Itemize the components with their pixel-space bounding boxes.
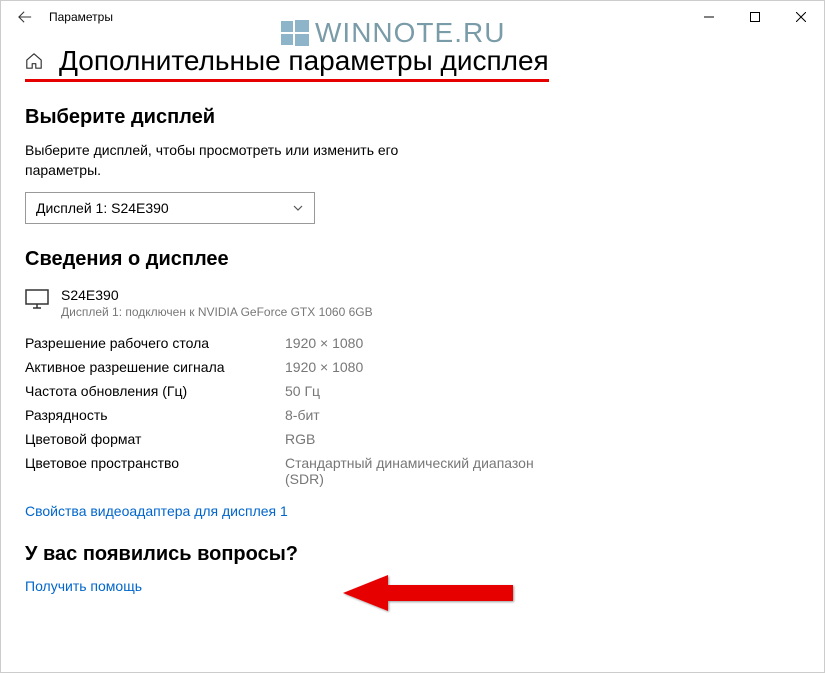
info-value: Стандартный динамический диапазон (SDR) xyxy=(285,455,565,487)
table-row: Цветовое пространство Стандартный динами… xyxy=(25,451,800,491)
adapter-properties-link[interactable]: Свойства видеоадаптера для дисплея 1 xyxy=(25,503,288,519)
arrow-left-icon xyxy=(18,10,32,24)
info-label: Цветовой формат xyxy=(25,431,285,447)
chevron-down-icon xyxy=(292,202,304,214)
info-label: Активное разрешение сигнала xyxy=(25,359,285,375)
info-value: 1920 × 1080 xyxy=(285,359,363,375)
maximize-button[interactable] xyxy=(732,1,778,33)
table-row: Цветовой формат RGB xyxy=(25,427,800,451)
info-label: Частота обновления (Гц) xyxy=(25,383,285,399)
window-title: Параметры xyxy=(49,10,113,24)
table-row: Частота обновления (Гц) 50 Гц xyxy=(25,379,800,403)
close-icon xyxy=(796,12,806,22)
home-icon[interactable] xyxy=(25,52,43,70)
table-row: Разрядность 8-бит xyxy=(25,403,800,427)
minimize-icon xyxy=(704,12,714,22)
close-button[interactable] xyxy=(778,1,824,33)
display-info-heading: Сведения о дисплее xyxy=(25,248,800,271)
display-select-dropdown[interactable]: Дисплей 1: S24E390 xyxy=(25,192,315,224)
info-value: RGB xyxy=(285,431,315,447)
table-row: Активное разрешение сигнала 1920 × 1080 xyxy=(25,355,800,379)
questions-heading: У вас появились вопросы? xyxy=(25,543,800,566)
info-value: 1920 × 1080 xyxy=(285,335,363,351)
minimize-button[interactable] xyxy=(686,1,732,33)
dropdown-value: Дисплей 1: S24E390 xyxy=(36,200,169,216)
info-label: Цветовое пространство xyxy=(25,455,285,487)
display-info-table: Разрешение рабочего стола 1920 × 1080 Ак… xyxy=(25,331,800,491)
info-value: 8-бит xyxy=(285,407,320,423)
info-value: 50 Гц xyxy=(285,383,320,399)
display-subtitle: Дисплей 1: подключен к NVIDIA GeForce GT… xyxy=(61,305,373,319)
info-label: Разрешение рабочего стола xyxy=(25,335,285,351)
monitor-icon xyxy=(25,289,49,309)
select-display-description: Выберите дисплей, чтобы просмотреть или … xyxy=(25,141,445,180)
back-button[interactable] xyxy=(9,1,41,33)
page-title: Дополнительные параметры дисплея xyxy=(59,45,549,77)
table-row: Разрешение рабочего стола 1920 × 1080 xyxy=(25,331,800,355)
get-help-link[interactable]: Получить помощь xyxy=(25,578,142,594)
info-label: Разрядность xyxy=(25,407,285,423)
display-name: S24E390 xyxy=(61,287,373,303)
select-display-heading: Выберите дисплей xyxy=(25,106,800,129)
maximize-icon xyxy=(750,12,760,22)
